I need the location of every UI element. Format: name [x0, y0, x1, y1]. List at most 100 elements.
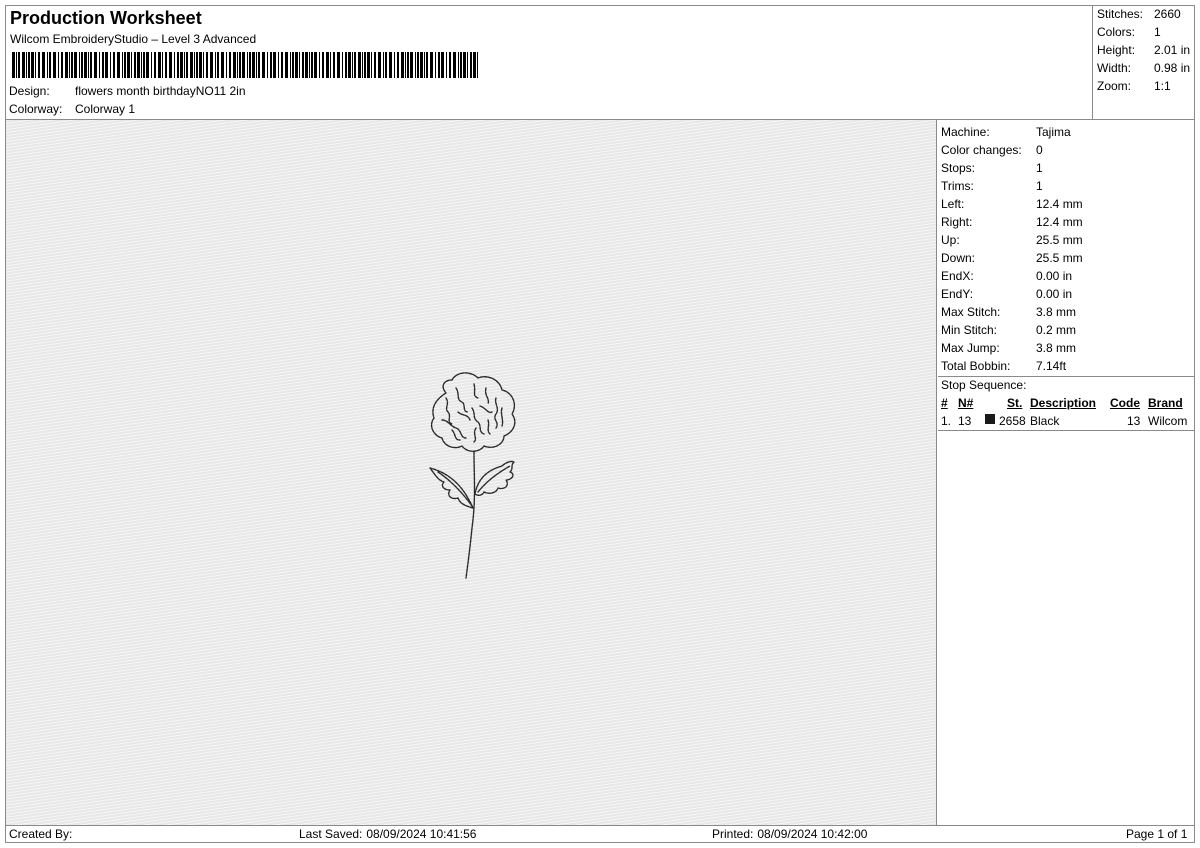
machine-info-label: Max Stitch: [941, 305, 1001, 319]
machine-info-row: Max Stitch: 3.8 mm [941, 305, 1076, 319]
page-number: Page 1 of 1 [1126, 827, 1187, 841]
printed: Printed: 08/09/2024 10:42:00 [712, 827, 867, 841]
barcode-bar [473, 52, 476, 78]
design-summary: Stitches: 2660 Colors: 1 Height: 2.01 in… [1092, 6, 1194, 119]
machine-info-row: Trims: 1 [941, 179, 1043, 193]
colors-row: Colors: 1 [1097, 25, 1161, 39]
barcode-bar [180, 52, 183, 78]
barcode-bar [69, 52, 70, 78]
barcode-bar [158, 52, 161, 78]
software-subtitle: Wilcom EmbroideryStudio – Level 3 Advanc… [10, 32, 257, 46]
barcode-bar [26, 52, 27, 78]
barcode-bar [352, 52, 353, 78]
barcode-bar [105, 52, 108, 78]
barcode-bar [242, 52, 245, 78]
height-row: Height: 2.01 in [1097, 43, 1190, 57]
barcode-bar [430, 52, 433, 78]
machine-info-row: Down: 25.5 mm [941, 251, 1083, 265]
colors-value: 1 [1154, 25, 1161, 39]
design-preview-canvas [6, 120, 937, 825]
barcode-bar [378, 52, 381, 78]
barcode-bar [435, 52, 436, 78]
machine-info-value: 1 [1036, 179, 1043, 193]
barcode-bar [342, 52, 343, 78]
machine-info-panel: Machine: Tajima Color changes: 0 Stops: 1 Trim… [938, 120, 1194, 825]
stitches-row: Stitches: 2660 [1097, 7, 1181, 21]
machine-info-label: Up: [941, 233, 960, 247]
barcode-bar [61, 52, 63, 78]
machine-info-label: EndX: [941, 269, 974, 283]
machine-info-label: Max Jump: [941, 341, 1000, 355]
barcode-bar [446, 52, 447, 78]
barcode-bar [177, 52, 179, 78]
stop-table-divider [938, 430, 1194, 431]
barcode-bar [47, 52, 48, 78]
zoom-label: Zoom: [1097, 79, 1132, 93]
barcode-bar [233, 52, 236, 78]
barcode-bar [305, 52, 308, 78]
stitches-value: 2660 [1154, 7, 1181, 21]
stop-row-description: Black [1030, 414, 1060, 428]
barcode-bar [58, 52, 59, 78]
barcode-bar [206, 52, 208, 78]
barcode-bar [88, 52, 89, 78]
barcode-bar [389, 52, 392, 78]
barcode-bar [302, 52, 304, 78]
zoom-value: 1:1 [1154, 79, 1171, 93]
barcode-bar [367, 52, 370, 78]
barcode-bar [401, 52, 404, 78]
barcode-bar [84, 52, 87, 78]
barcode-bar [165, 52, 167, 78]
barcode-bar [267, 52, 268, 78]
stop-row-stitches: 2658 [999, 414, 1026, 428]
stop-sequence-divider [938, 376, 1194, 377]
barcode-bar [221, 52, 224, 78]
barcode-bar [71, 52, 73, 78]
barcode-bar [22, 52, 25, 78]
barcode-bar [256, 52, 257, 78]
machine-info-value: 0.2 mm [1036, 323, 1077, 337]
barcode-bar [371, 52, 372, 78]
machine-info-row: Stops: 1 [941, 161, 1043, 175]
barcode [12, 52, 478, 78]
barcode-bar [42, 52, 45, 78]
machine-info-row: Up: 25.5 mm [941, 233, 1083, 247]
barcode-bar [477, 52, 478, 78]
barcode-bar [415, 52, 416, 78]
barcode-bar [122, 52, 123, 78]
col-header-stitches: St. [1007, 396, 1023, 410]
machine-info-value: 25.5 mm [1036, 233, 1083, 247]
barcode-bar [117, 52, 120, 78]
barcode-bar [438, 52, 440, 78]
barcode-bar [151, 52, 152, 78]
barcode-bar [364, 52, 366, 78]
barcode-bar [354, 52, 356, 78]
barcode-bar [99, 52, 100, 78]
machine-info-row: Left: 12.4 mm [941, 197, 1083, 211]
stop-row-brand: Wilcom [1148, 414, 1188, 428]
col-header-num: # [941, 396, 948, 410]
barcode-bar [81, 52, 83, 78]
barcode-bar [467, 52, 468, 78]
barcode-bar [309, 52, 310, 78]
barcode-bar [249, 52, 251, 78]
barcode-bar [124, 52, 126, 78]
machine-info-value: 0 [1036, 143, 1043, 157]
barcode-bar [49, 52, 51, 78]
machine-info-label: Trims: [941, 179, 974, 193]
flower-embroidery-design [429, 372, 516, 579]
barcode-bar [28, 52, 30, 78]
thread-color-swatch [985, 414, 995, 424]
barcode-bar [262, 52, 265, 78]
barcode-bar [358, 52, 361, 78]
barcode-bar [137, 52, 140, 78]
machine-info-label: Min Stitch: [941, 323, 998, 337]
machine-info-value: 0.00 in [1036, 287, 1073, 301]
width-value: 0.98 in [1154, 61, 1191, 75]
barcode-bar [143, 52, 145, 78]
barcode-bar [330, 52, 331, 78]
machine-info-value: 3.8 mm [1036, 305, 1077, 319]
machine-info-value: Tajima [1036, 125, 1071, 139]
barcode-bar [374, 52, 376, 78]
barcode-bar [154, 52, 156, 78]
